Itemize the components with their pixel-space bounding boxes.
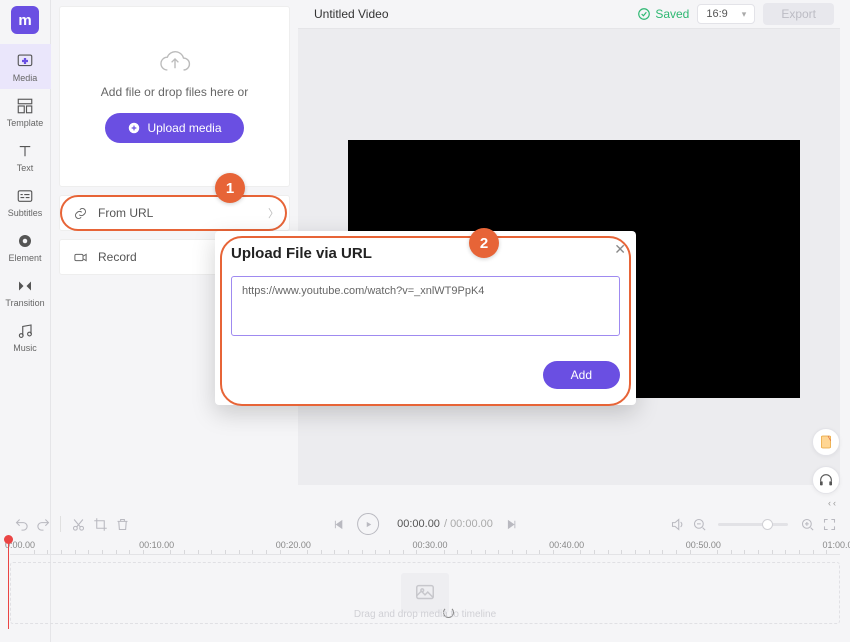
timeline-track[interactable]: Drag and drop media to timeline bbox=[10, 562, 840, 624]
close-icon[interactable]: ✕ bbox=[614, 241, 626, 258]
current-time: 00:00.00 bbox=[397, 518, 440, 530]
aspect-ratio-select[interactable]: 16:9 ▾ bbox=[697, 4, 755, 24]
aspect-ratio-value: 16:9 bbox=[706, 8, 727, 20]
timeline-ruler[interactable]: 0:00.0000:10.0000:20.0000:30.0000:40.000… bbox=[10, 538, 840, 556]
from-url-label: From URL bbox=[98, 206, 153, 220]
saved-label: Saved bbox=[655, 7, 689, 21]
top-bar: Untitled Video Saved 16:9 ▾ Export bbox=[298, 0, 850, 28]
ruler-tick: 01:00.00 bbox=[822, 540, 850, 550]
sidebar-item-subtitles[interactable]: Subtitles bbox=[0, 179, 51, 224]
record-label: Record bbox=[98, 250, 137, 264]
next-frame-button[interactable] bbox=[501, 518, 523, 531]
sidebar-item-element[interactable]: Element bbox=[0, 224, 51, 269]
subtitles-icon bbox=[16, 187, 34, 205]
cut-button[interactable] bbox=[67, 517, 89, 532]
headphones-widget[interactable] bbox=[812, 466, 840, 494]
ruler-tick: 00:40.00 bbox=[549, 540, 584, 550]
notes-widget[interactable] bbox=[812, 428, 840, 456]
sidebar-item-text[interactable]: Text bbox=[0, 134, 51, 179]
sidebar-item-template[interactable]: Template bbox=[0, 89, 51, 134]
chevron-down-icon: ▾ bbox=[742, 9, 747, 20]
sidebar-item-label: Element bbox=[8, 253, 41, 263]
sidebar-item-label: Text bbox=[17, 163, 34, 173]
sidebar-item-media[interactable]: Media bbox=[0, 44, 51, 89]
sidebar-item-label: Transition bbox=[5, 298, 44, 308]
transition-icon bbox=[16, 277, 34, 295]
collapse-icon[interactable]: ‹‹ bbox=[828, 498, 838, 508]
zoom-thumb[interactable] bbox=[762, 519, 773, 530]
project-title[interactable]: Untitled Video bbox=[314, 7, 389, 21]
zoom-out-button[interactable] bbox=[688, 517, 710, 532]
playhead[interactable] bbox=[8, 539, 9, 629]
drop-zone[interactable]: Add file or drop files here or Upload me… bbox=[59, 6, 290, 187]
undo-button[interactable] bbox=[10, 517, 32, 532]
upload-media-button[interactable]: Upload media bbox=[105, 113, 243, 143]
sidebar-item-transition[interactable]: Transition bbox=[0, 269, 51, 314]
media-icon bbox=[16, 52, 34, 70]
from-url-button[interactable]: From URL 〉 bbox=[59, 195, 290, 231]
separator bbox=[60, 516, 61, 532]
zoom-in-button[interactable] bbox=[796, 517, 818, 532]
saved-status: Saved bbox=[637, 7, 689, 21]
sidebar-item-music[interactable]: Music bbox=[0, 314, 51, 359]
cloud-upload-icon bbox=[158, 51, 192, 77]
upload-media-label: Upload media bbox=[147, 121, 221, 135]
music-icon bbox=[16, 322, 34, 340]
sidebar-item-label: Media bbox=[13, 73, 38, 83]
redo-button[interactable] bbox=[32, 517, 54, 532]
track-placeholder-text: Drag and drop media to timeline bbox=[354, 609, 496, 620]
modal-title: Upload File via URL bbox=[231, 245, 620, 262]
url-input[interactable] bbox=[231, 276, 620, 336]
play-button[interactable] bbox=[357, 513, 379, 535]
chevron-right-icon: 〉 bbox=[268, 205, 279, 221]
export-button[interactable]: Export bbox=[763, 3, 834, 25]
add-button[interactable]: Add bbox=[543, 361, 620, 389]
sidebar-item-label: Subtitles bbox=[8, 208, 43, 218]
camera-icon bbox=[72, 249, 88, 265]
sidebar-item-label: Template bbox=[7, 118, 44, 128]
annotation-step-1: 1 bbox=[215, 173, 245, 203]
toolbar: 00:00.00 / 00:00.00 bbox=[10, 512, 840, 536]
annotation-step-2: 2 bbox=[469, 228, 499, 258]
link-icon bbox=[72, 205, 88, 221]
track-placeholder bbox=[401, 573, 449, 613]
zoom-slider[interactable] bbox=[718, 523, 788, 526]
template-icon bbox=[16, 97, 34, 115]
notes-icon bbox=[818, 434, 834, 450]
total-time: / 00:00.00 bbox=[444, 518, 493, 530]
ruler-tick: 00:30.00 bbox=[412, 540, 447, 550]
ruler-tick: 00:20.00 bbox=[276, 540, 311, 550]
ruler-tick: 00:50.00 bbox=[686, 540, 721, 550]
delete-button[interactable] bbox=[111, 517, 133, 532]
element-icon bbox=[16, 232, 34, 250]
plus-circle-icon bbox=[127, 121, 141, 135]
prev-frame-button[interactable] bbox=[327, 518, 349, 531]
volume-button[interactable] bbox=[666, 517, 688, 532]
text-icon bbox=[16, 142, 34, 160]
sidebar-item-label: Music bbox=[13, 343, 37, 353]
ruler-tick: 00:10.00 bbox=[139, 540, 174, 550]
crop-button[interactable] bbox=[89, 517, 111, 532]
drop-text: Add file or drop files here or bbox=[101, 85, 248, 99]
logo[interactable]: m bbox=[11, 6, 39, 34]
headphones-icon bbox=[818, 472, 834, 488]
timeline: 0:00.0000:10.0000:20.0000:30.0000:40.000… bbox=[10, 538, 840, 624]
upload-url-modal: ✕ Upload File via URL Add bbox=[215, 231, 636, 405]
image-icon bbox=[414, 582, 436, 604]
fit-button[interactable] bbox=[818, 517, 840, 532]
check-circle-icon bbox=[637, 7, 651, 21]
